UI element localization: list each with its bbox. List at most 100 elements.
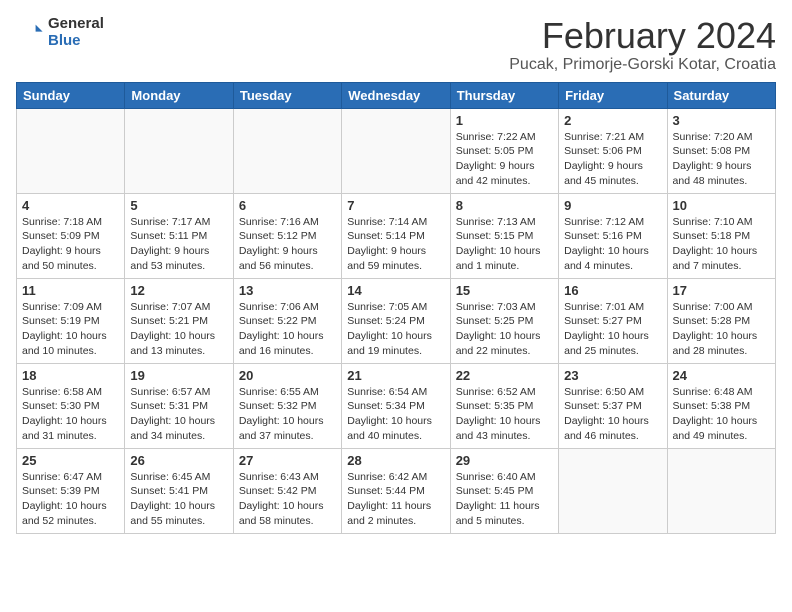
week-row-1: 1 Sunrise: 7:22 AMSunset: 5:05 PMDaylight… xyxy=(17,108,776,193)
day-info: Sunrise: 7:05 AMSunset: 5:24 PMDaylight:… xyxy=(347,300,444,359)
calendar-cell: 21 Sunrise: 6:54 AMSunset: 5:34 PMDayligh… xyxy=(342,363,450,448)
calendar-cell: 2 Sunrise: 7:21 AMSunset: 5:06 PMDaylight… xyxy=(559,108,667,193)
weekday-header-thursday: Thursday xyxy=(450,82,558,108)
logo-text: General Blue xyxy=(48,16,104,49)
logo-general-text: General xyxy=(48,16,104,33)
week-row-5: 25Sunrise: 6:47 AMSunset: 5:39 PMDayligh… xyxy=(17,448,776,533)
calendar-cell: 9Sunrise: 7:12 AMSunset: 5:16 PMDaylight… xyxy=(559,193,667,278)
day-info: Sunrise: 6:55 AMSunset: 5:32 PMDaylight:… xyxy=(239,385,336,444)
day-info: Sunrise: 7:07 AMSunset: 5:21 PMDaylight:… xyxy=(130,300,227,359)
calendar-cell: 4Sunrise: 7:18 AMSunset: 5:09 PMDaylight… xyxy=(17,193,125,278)
day-number: 19 xyxy=(130,368,227,383)
day-info: Sunrise: 6:52 AMSunset: 5:35 PMDaylight:… xyxy=(456,385,553,444)
title-section: February 2024 Pucak, Primorje-Gorski Kot… xyxy=(509,16,776,74)
day-info: Sunrise: 6:45 AMSunset: 5:41 PMDaylight:… xyxy=(130,470,227,529)
calendar-cell: 5 Sunrise: 7:17 AMSunset: 5:11 PMDaylight… xyxy=(125,193,233,278)
calendar-cell: 11Sunrise: 7:09 AMSunset: 5:19 PMDayligh… xyxy=(17,278,125,363)
day-number: 18 xyxy=(22,368,119,383)
calendar-cell xyxy=(559,448,667,533)
day-info: Sunrise: 6:57 AMSunset: 5:31 PMDaylight:… xyxy=(130,385,227,444)
day-number: 12 xyxy=(130,283,227,298)
calendar-cell: 13 Sunrise: 7:06 AMSunset: 5:22 PMDayligh… xyxy=(233,278,341,363)
calendar-cell: 19 Sunrise: 6:57 AMSunset: 5:31 PMDayligh… xyxy=(125,363,233,448)
calendar-cell xyxy=(233,108,341,193)
day-number: 15 xyxy=(456,283,553,298)
weekday-header-monday: Monday xyxy=(125,82,233,108)
week-row-2: 4Sunrise: 7:18 AMSunset: 5:09 PMDaylight… xyxy=(17,193,776,278)
day-info: Sunrise: 6:40 AMSunset: 5:45 PMDaylight:… xyxy=(456,470,553,529)
day-info: Sunrise: 7:00 AMSunset: 5:28 PMDaylight:… xyxy=(673,300,770,359)
day-info: Sunrise: 7:17 AMSunset: 5:11 PMDaylight:… xyxy=(130,215,227,274)
calendar-cell: 24 Sunrise: 6:48 AMSunset: 5:38 PMDayligh… xyxy=(667,363,775,448)
day-number: 24 xyxy=(673,368,770,383)
day-info: Sunrise: 6:54 AMSunset: 5:34 PMDaylight:… xyxy=(347,385,444,444)
week-row-4: 18 Sunrise: 6:58 AMSunset: 5:30 PMDayligh… xyxy=(17,363,776,448)
day-info: Sunrise: 7:10 AMSunset: 5:18 PMDaylight:… xyxy=(673,215,770,274)
calendar-cell: 29Sunrise: 6:40 AMSunset: 5:45 PMDayligh… xyxy=(450,448,558,533)
day-info: Sunrise: 6:47 AMSunset: 5:39 PMDaylight:… xyxy=(22,470,119,529)
page-title: February 2024 xyxy=(509,16,776,56)
day-info: Sunrise: 6:50 AMSunset: 5:37 PMDaylight:… xyxy=(564,385,661,444)
calendar-cell: 15 Sunrise: 7:03 AMSunset: 5:25 PMDayligh… xyxy=(450,278,558,363)
day-info: Sunrise: 7:18 AMSunset: 5:09 PMDaylight:… xyxy=(22,215,119,274)
calendar-cell: 17 Sunrise: 7:00 AMSunset: 5:28 PMDayligh… xyxy=(667,278,775,363)
day-number: 21 xyxy=(347,368,444,383)
day-info: Sunrise: 6:58 AMSunset: 5:30 PMDaylight:… xyxy=(22,385,119,444)
day-number: 22 xyxy=(456,368,553,383)
day-info: Sunrise: 7:03 AMSunset: 5:25 PMDaylight:… xyxy=(456,300,553,359)
day-info: Sunrise: 7:06 AMSunset: 5:22 PMDaylight:… xyxy=(239,300,336,359)
weekday-header-saturday: Saturday xyxy=(667,82,775,108)
day-info: Sunrise: 7:14 AMSunset: 5:14 PMDaylight:… xyxy=(347,215,444,274)
day-number: 20 xyxy=(239,368,336,383)
calendar-cell: 3Sunrise: 7:20 AMSunset: 5:08 PMDaylight… xyxy=(667,108,775,193)
day-number: 6 xyxy=(239,198,336,213)
calendar-cell xyxy=(125,108,233,193)
day-info: Sunrise: 7:01 AMSunset: 5:27 PMDaylight:… xyxy=(564,300,661,359)
weekday-header-sunday: Sunday xyxy=(17,82,125,108)
page-subtitle: Pucak, Primorje-Gorski Kotar, Croatia xyxy=(509,56,776,74)
day-info: Sunrise: 7:20 AMSunset: 5:08 PMDaylight:… xyxy=(673,130,770,189)
calendar-table: SundayMondayTuesdayWednesdayThursdayFrid… xyxy=(16,82,776,534)
day-number: 5 xyxy=(130,198,227,213)
day-info: Sunrise: 7:16 AMSunset: 5:12 PMDaylight:… xyxy=(239,215,336,274)
day-info: Sunrise: 7:13 AMSunset: 5:15 PMDaylight:… xyxy=(456,215,553,274)
calendar-cell xyxy=(667,448,775,533)
day-number: 7 xyxy=(347,198,444,213)
logo-blue-text: Blue xyxy=(48,33,104,50)
day-info: Sunrise: 7:22 AMSunset: 5:05 PMDaylight:… xyxy=(456,130,553,189)
calendar-cell: 26Sunrise: 6:45 AMSunset: 5:41 PMDayligh… xyxy=(125,448,233,533)
calendar-cell: 10 Sunrise: 7:10 AMSunset: 5:18 PMDayligh… xyxy=(667,193,775,278)
day-number: 1 xyxy=(456,113,553,128)
day-number: 23 xyxy=(564,368,661,383)
day-number: 2 xyxy=(564,113,661,128)
weekday-header-friday: Friday xyxy=(559,82,667,108)
calendar-cell: 16Sunrise: 7:01 AMSunset: 5:27 PMDayligh… xyxy=(559,278,667,363)
calendar-cell: 20 Sunrise: 6:55 AMSunset: 5:32 PMDayligh… xyxy=(233,363,341,448)
calendar-cell xyxy=(342,108,450,193)
calendar-cell: 1 Sunrise: 7:22 AMSunset: 5:05 PMDaylight… xyxy=(450,108,558,193)
week-row-3: 11Sunrise: 7:09 AMSunset: 5:19 PMDayligh… xyxy=(17,278,776,363)
day-number: 27 xyxy=(239,453,336,468)
day-info: Sunrise: 6:43 AMSunset: 5:42 PMDaylight:… xyxy=(239,470,336,529)
calendar-cell: 25Sunrise: 6:47 AMSunset: 5:39 PMDayligh… xyxy=(17,448,125,533)
day-number: 17 xyxy=(673,283,770,298)
day-number: 10 xyxy=(673,198,770,213)
weekday-header-tuesday: Tuesday xyxy=(233,82,341,108)
weekday-header-wednesday: Wednesday xyxy=(342,82,450,108)
calendar-header-row: SundayMondayTuesdayWednesdayThursdayFrid… xyxy=(17,82,776,108)
calendar-cell: 28Sunrise: 6:42 AMSunset: 5:44 PMDayligh… xyxy=(342,448,450,533)
day-info: Sunrise: 6:48 AMSunset: 5:38 PMDaylight:… xyxy=(673,385,770,444)
day-info: Sunrise: 7:21 AMSunset: 5:06 PMDaylight:… xyxy=(564,130,661,189)
day-number: 13 xyxy=(239,283,336,298)
day-info: Sunrise: 6:42 AMSunset: 5:44 PMDaylight:… xyxy=(347,470,444,529)
logo: General Blue xyxy=(16,16,104,49)
day-number: 9 xyxy=(564,198,661,213)
calendar-cell: 6 Sunrise: 7:16 AMSunset: 5:12 PMDaylight… xyxy=(233,193,341,278)
calendar-cell: 18 Sunrise: 6:58 AMSunset: 5:30 PMDayligh… xyxy=(17,363,125,448)
day-number: 11 xyxy=(22,283,119,298)
day-number: 8 xyxy=(456,198,553,213)
calendar-cell: 27 Sunrise: 6:43 AMSunset: 5:42 PMDayligh… xyxy=(233,448,341,533)
day-number: 14 xyxy=(347,283,444,298)
page-header: General Blue February 2024 Pucak, Primor… xyxy=(16,16,776,74)
calendar-cell: 23 Sunrise: 6:50 AMSunset: 5:37 PMDayligh… xyxy=(559,363,667,448)
